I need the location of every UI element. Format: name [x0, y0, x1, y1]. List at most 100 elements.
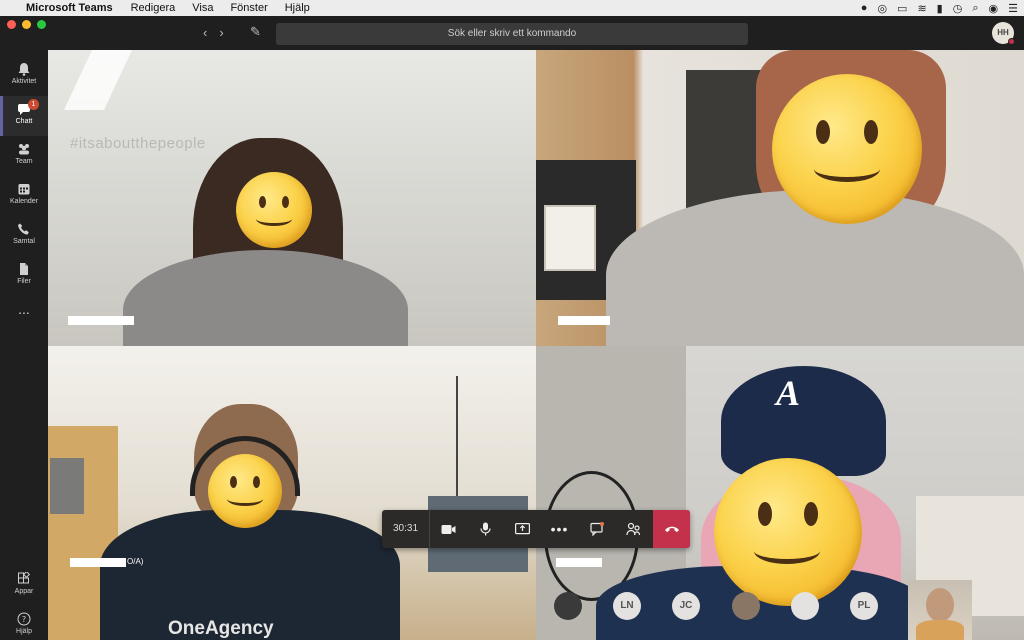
conversation-toggle-button[interactable] — [578, 510, 615, 548]
framed-picture — [544, 205, 596, 271]
rail-item-samtal[interactable]: Samtal — [0, 216, 48, 256]
rail-item-chatt[interactable]: Chatt 1 — [0, 96, 48, 136]
participant-avatar[interactable]: PL — [850, 592, 878, 620]
rail-label: Filer — [17, 278, 31, 285]
participant-name-redacted — [68, 316, 134, 325]
rail-item-kalender[interactable]: Kalender — [0, 176, 48, 216]
hang-up-button[interactable] — [653, 510, 690, 548]
forward-arrow-icon[interactable]: › — [219, 25, 223, 40]
creative-cloud-icon[interactable]: ● — [861, 2, 868, 14]
file-icon — [20, 263, 28, 275]
rail-item-appar[interactable]: Appar — [0, 566, 48, 606]
bell-icon — [18, 63, 30, 76]
face-cover-emoji — [714, 458, 862, 606]
cap-logo-icon: A — [776, 373, 801, 413]
notification-center-icon[interactable]: ☰ — [1008, 2, 1018, 15]
call-controls-bar: 30:31 ••• — [382, 510, 690, 548]
rail-label: Aktivitet — [11, 78, 37, 85]
participant-body — [123, 250, 408, 346]
menu-visa[interactable]: Visa — [192, 2, 213, 14]
phone-icon — [18, 223, 29, 235]
menu-redigera[interactable]: Redigera — [131, 2, 176, 14]
teams-title-bar: ‹ › ✎ Sök eller skriv ett kommando HH — [0, 16, 1024, 50]
hang-up-icon — [664, 526, 679, 532]
video-camera-icon — [441, 524, 456, 534]
participant-avatar[interactable]: LN — [613, 592, 641, 620]
wall-hashtag: #itsaboutthepeople — [70, 135, 206, 152]
participant-avatar-photo[interactable] — [791, 592, 819, 620]
participant-name-redacted — [70, 558, 126, 567]
participant-avatar-photo[interactable] — [732, 592, 760, 620]
call-duration: 30:31 — [382, 510, 430, 548]
unread-badge: 1 — [28, 99, 39, 110]
more-actions-button[interactable]: ••• — [541, 510, 578, 548]
rail-label: Samtal — [13, 238, 35, 245]
participants-toggle-button[interactable] — [615, 510, 652, 548]
shirt-logo: OneAgency — [168, 618, 274, 639]
minimize-window-icon[interactable] — [22, 20, 31, 29]
user-initials: HH — [997, 28, 1009, 37]
search-command-box[interactable]: Sök eller skriv ett kommando — [276, 23, 748, 45]
zoom-window-icon[interactable] — [37, 20, 46, 29]
presence-busy-icon — [1008, 38, 1015, 45]
microphone-toggle-button[interactable] — [467, 510, 504, 548]
participant-name-suffix: O/A) — [127, 557, 144, 566]
participant-avatar-photo[interactable] — [554, 592, 582, 620]
calendar-icon — [18, 184, 30, 195]
camera-toggle-button[interactable] — [430, 510, 467, 548]
onepassword-icon[interactable]: ◎ — [877, 2, 887, 15]
video-tile-participant-1[interactable]: #itsaboutthepeople — [48, 50, 536, 346]
video-tile-participant-2[interactable] — [536, 50, 1024, 346]
user-avatar[interactable]: HH — [992, 22, 1015, 45]
self-view-body — [916, 620, 964, 640]
new-chat-icon[interactable]: ✎ — [250, 24, 261, 40]
more-icon: ... — [18, 301, 30, 317]
svg-text:?: ? — [22, 615, 26, 624]
participant-name-redacted — [558, 316, 610, 325]
rail-label: Chatt — [15, 118, 33, 125]
self-view-thumbnail[interactable] — [908, 580, 972, 640]
rail-label: Appar — [14, 588, 34, 595]
participant-avatar[interactable]: JC — [672, 592, 700, 620]
pendant-lamp-cord — [456, 376, 458, 516]
face-cover-emoji — [236, 172, 312, 248]
people-icon — [626, 522, 641, 536]
wifi-icon[interactable]: ≋ — [917, 2, 926, 15]
clock-icon[interactable]: ◷ — [953, 2, 963, 15]
share-screen-button[interactable] — [504, 510, 541, 548]
mac-menu-bar: Microsoft Teams Redigera Visa Fönster Hj… — [0, 0, 1024, 16]
close-window-icon[interactable] — [7, 20, 16, 29]
face-cover-emoji — [208, 454, 282, 528]
app-rail: Aktivitet Chatt 1 Team Kalender Samtal F… — [0, 50, 48, 640]
back-arrow-icon[interactable]: ‹ — [203, 25, 207, 40]
chat-icon — [589, 522, 604, 536]
ceiling-light — [64, 50, 132, 110]
menu-hjalp[interactable]: Hjälp — [285, 2, 310, 14]
rail-label: Kalender — [9, 198, 39, 205]
rail-item-filer[interactable]: Filer — [0, 256, 48, 296]
battery-icon[interactable]: ▮ — [937, 2, 943, 15]
self-view-face — [926, 588, 954, 622]
microphone-icon — [480, 522, 491, 536]
more-icon: ••• — [550, 521, 569, 537]
participant-name-redacted — [556, 558, 602, 567]
rail-item-more[interactable]: ... — [0, 294, 48, 324]
history-navigation: ‹ › — [203, 25, 224, 40]
window-controls — [7, 20, 46, 29]
menu-app-name[interactable]: Microsoft Teams — [26, 2, 113, 14]
help-icon: ? — [17, 612, 31, 626]
rail-label: Team — [15, 158, 33, 165]
rail-item-hjalp[interactable]: ? Hjälp — [0, 606, 48, 640]
wall-art — [50, 458, 84, 514]
rail-item-team[interactable]: Team — [0, 136, 48, 176]
share-screen-icon — [515, 522, 530, 534]
rail-item-aktivitet[interactable]: Aktivitet — [0, 56, 48, 96]
menu-fonster[interactable]: Fönster — [230, 2, 267, 14]
airplay-icon[interactable]: ▭ — [897, 2, 907, 15]
apps-icon — [18, 572, 31, 584]
video-tile-participant-3[interactable]: OneAgency O/A) — [48, 346, 536, 640]
teams-screen: Microsoft Teams Redigera Visa Fönster Hj… — [0, 0, 1024, 640]
spotlight-search-icon[interactable]: ⌕ — [972, 2, 978, 15]
face-cover-emoji — [772, 74, 922, 224]
siri-icon[interactable]: ◉ — [989, 2, 999, 15]
